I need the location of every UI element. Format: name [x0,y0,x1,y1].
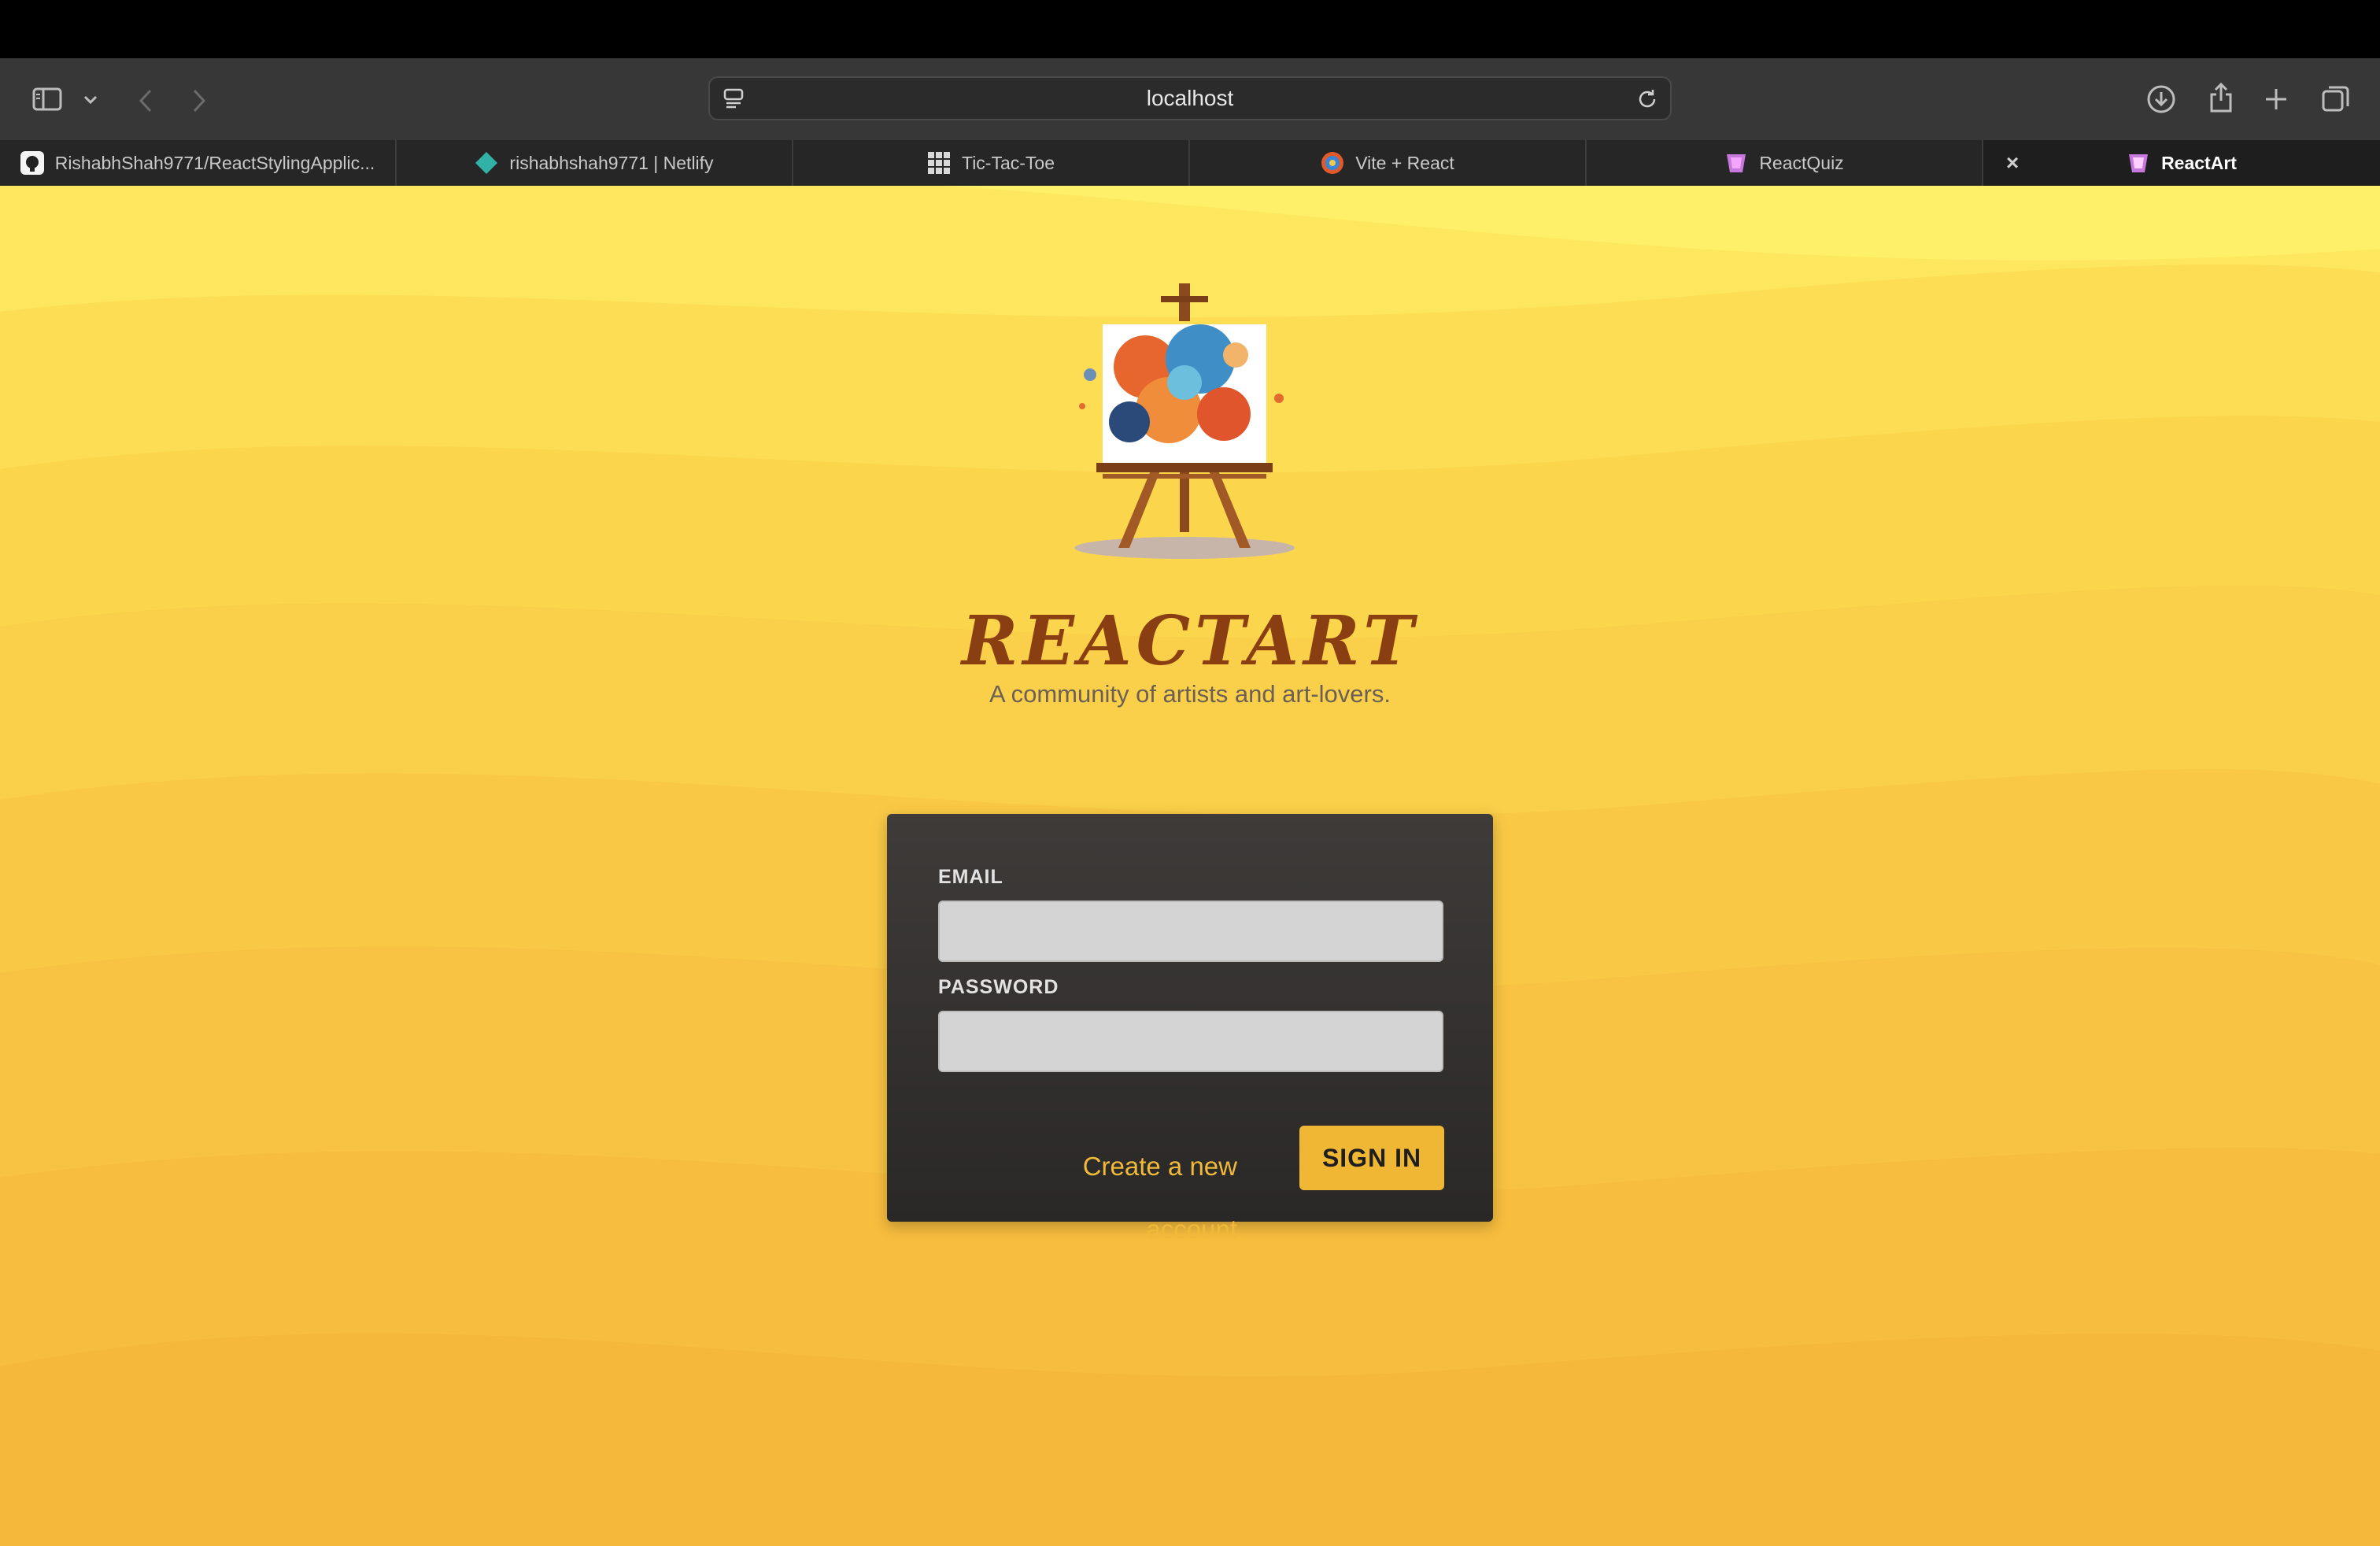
netlify-icon [475,151,498,175]
tab-label: ReactQuiz [1759,152,1844,173]
forward-arrow-icon[interactable] [186,85,213,117]
quiz-logo-icon [1724,151,1748,175]
password-field[interactable] [938,1011,1443,1072]
tab-reactquiz[interactable]: ReactQuiz [1587,140,1983,186]
tab-vite-react[interactable]: Vite + React [1190,140,1587,186]
email-label: Email [938,866,1003,888]
tab-label: ReactArt [2161,152,2237,173]
github-icon [20,151,44,175]
easel-logo [1066,280,1303,564]
tab-tic-tac-toe[interactable]: Tic-Tac-Toe [793,140,1190,186]
tab-label: Vite + React [1355,152,1454,173]
tab-netlify[interactable]: rishabhshah9771 | Netlify [397,140,793,186]
tab-github[interactable]: RishabhShah9771/ReactStylingApplic... [0,140,397,186]
reactart-logo-icon [2127,151,2150,175]
new-tab-icon[interactable] [2259,82,2293,117]
download-icon[interactable] [2144,82,2179,117]
password-label: Password [938,976,1059,998]
close-tab-icon[interactable]: × [2001,151,2024,175]
window-top-bar [0,0,2380,58]
login-card: Email Password Create a new account Sign… [887,814,1493,1244]
create-account-link[interactable]: Create a new account [1025,1135,1237,1244]
tab-bar: RishabhShah9771/ReactStylingApplic... ri… [0,140,2380,186]
tab-label: Tic-Tac-Toe [962,152,1055,173]
tab-overview-icon[interactable] [2319,82,2353,117]
chevron-down-icon[interactable] [79,88,102,112]
address-text[interactable]: localhost [710,78,1670,119]
tab-label: rishabhshah9771 | Netlify [509,152,714,173]
app-title: ReactArt [961,601,1419,681]
page-content: ReactArt A community of artists and art-… [0,186,2380,1546]
sidebar-toggle-icon[interactable] [30,82,65,117]
react-logo-icon [1321,151,1344,175]
tab-label: RishabhShah9771/ReactStylingApplic... [54,152,375,173]
email-field[interactable] [938,901,1443,962]
grid-icon [927,151,951,175]
share-icon[interactable] [2204,79,2238,117]
back-arrow-icon[interactable] [132,85,159,117]
app-tagline: A community of artists and art-lovers. [989,680,1391,708]
address-bar[interactable]: localhost [708,76,1672,120]
reload-icon[interactable] [1635,87,1659,111]
tab-reactart[interactable]: × ReactArt [1983,140,2380,186]
sign-in-button[interactable]: Sign In [1299,1126,1444,1190]
